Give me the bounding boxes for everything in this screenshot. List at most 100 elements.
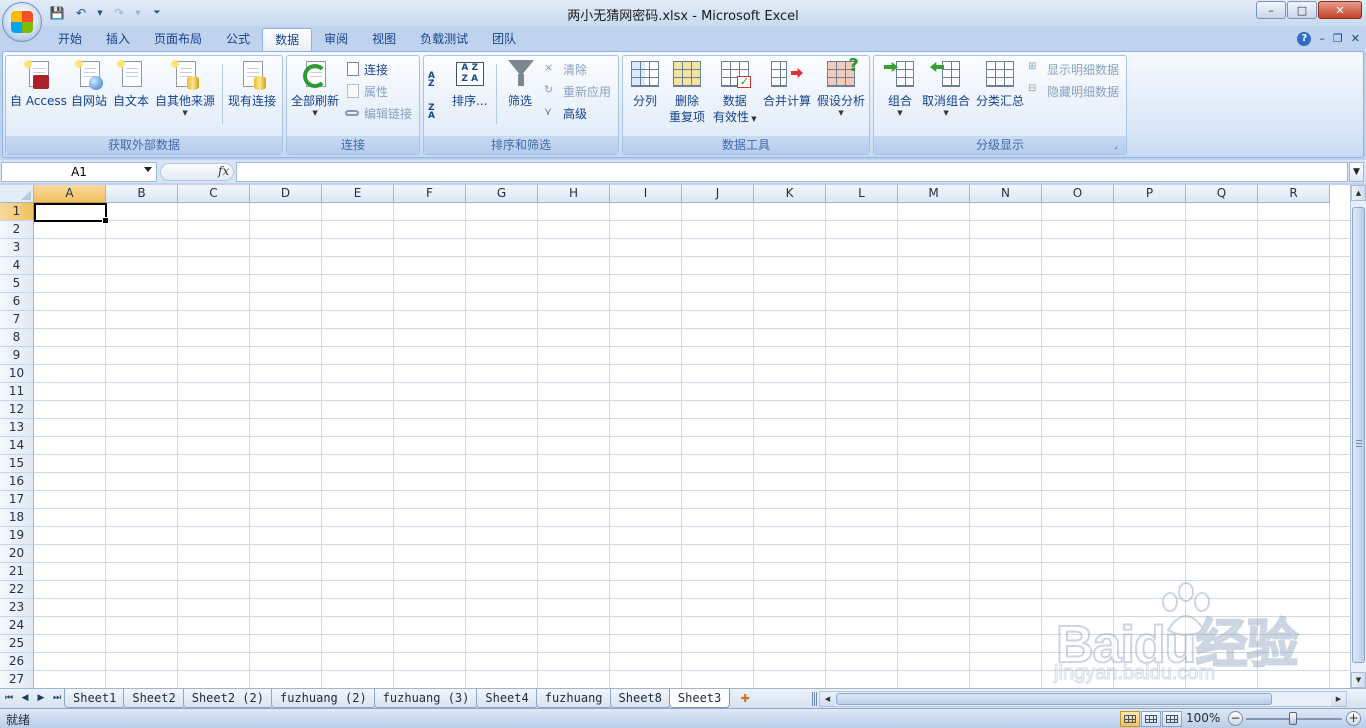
column-header[interactable]: M xyxy=(898,185,970,203)
scroll-down-icon[interactable]: ▼ xyxy=(1351,672,1366,688)
row-header[interactable]: 26 xyxy=(0,653,34,671)
row-header[interactable]: 18 xyxy=(0,509,34,527)
column-header[interactable]: J xyxy=(682,185,754,203)
scroll-left-icon[interactable]: ◀ xyxy=(820,692,835,706)
zoom-slider-thumb[interactable] xyxy=(1289,712,1297,725)
name-box[interactable]: A1 xyxy=(1,162,157,182)
minimize-button[interactable]: – xyxy=(1256,1,1286,19)
tab-home[interactable]: 开始 xyxy=(46,28,94,52)
row-header[interactable]: 24 xyxy=(0,617,34,635)
clear-filter-button[interactable]: ⨯ 清除 xyxy=(544,59,587,79)
page-break-view-button[interactable] xyxy=(1162,711,1182,727)
zoom-level[interactable]: 100% xyxy=(1186,711,1220,725)
office-button[interactable] xyxy=(2,2,42,42)
column-header[interactable]: D xyxy=(250,185,322,203)
row-header[interactable]: 3 xyxy=(0,239,34,257)
select-all-corner[interactable] xyxy=(0,185,34,203)
insert-function-icon[interactable]: fx xyxy=(218,164,229,178)
row-header[interactable]: 10 xyxy=(0,365,34,383)
ribbon-restore-icon[interactable]: ❐ xyxy=(1333,32,1343,46)
row-header[interactable]: 1 xyxy=(0,203,34,221)
column-header[interactable]: H xyxy=(538,185,610,203)
row-header[interactable]: 4 xyxy=(0,257,34,275)
ribbon-close-icon[interactable]: ✕ xyxy=(1351,32,1360,46)
scroll-up-icon[interactable]: ▲ xyxy=(1351,185,1366,201)
group-button[interactable]: 组合 ▼ xyxy=(884,58,916,118)
cells-area[interactable] xyxy=(34,203,1350,688)
row-header[interactable]: 6 xyxy=(0,293,34,311)
row-header[interactable]: 25 xyxy=(0,635,34,653)
subtotal-button[interactable]: 分类汇总 xyxy=(976,58,1024,109)
sheet-tab[interactable]: Sheet8 xyxy=(609,689,671,708)
row-header[interactable]: 9 xyxy=(0,347,34,365)
column-header[interactable]: K xyxy=(754,185,826,203)
filter-button[interactable]: 筛选 xyxy=(504,58,536,109)
data-validation-button[interactable]: 数据 有效性 ▼ xyxy=(713,58,757,125)
sort-button[interactable]: A ZZ A 排序... xyxy=(452,58,487,109)
connections-button[interactable]: 连接 xyxy=(345,59,388,79)
sheet-tab[interactable]: fuzhuang (3) xyxy=(373,689,479,708)
column-header[interactable]: A xyxy=(34,185,106,203)
tab-split-handle[interactable] xyxy=(812,692,817,706)
row-header[interactable]: 11 xyxy=(0,383,34,401)
page-layout-view-button[interactable] xyxy=(1141,711,1161,727)
column-header[interactable]: Q xyxy=(1186,185,1258,203)
from-web-button[interactable]: 自网站 xyxy=(71,58,107,109)
row-header[interactable]: 15 xyxy=(0,455,34,473)
normal-view-button[interactable] xyxy=(1120,711,1140,727)
what-if-analysis-button[interactable]: ? 假设分析 ▼ xyxy=(817,57,865,118)
tab-insert[interactable]: 插入 xyxy=(94,28,142,52)
first-sheet-icon[interactable]: ⏮ xyxy=(2,691,16,705)
row-header[interactable]: 7 xyxy=(0,311,34,329)
row-header[interactable]: 20 xyxy=(0,545,34,563)
row-header[interactable]: 13 xyxy=(0,419,34,437)
column-header[interactable]: C xyxy=(178,185,250,203)
properties-button[interactable]: 属性 xyxy=(345,81,388,101)
row-header[interactable]: 23 xyxy=(0,599,34,617)
horizontal-scrollbar[interactable]: ◀ ▶ xyxy=(819,691,1347,707)
scroll-right-icon[interactable]: ▶ xyxy=(1331,692,1346,706)
last-sheet-icon[interactable]: ⏭ xyxy=(50,691,64,705)
tab-team[interactable]: 团队 xyxy=(480,28,528,52)
from-other-sources-button[interactable]: 自其他来源 ▼ xyxy=(155,58,215,118)
sort-ascending-button[interactable]: AZ xyxy=(428,70,444,90)
tab-formulas[interactable]: 公式 xyxy=(214,28,262,52)
sheet-tab[interactable]: fuzhuang (2) xyxy=(270,689,376,708)
row-header[interactable]: 27 xyxy=(0,671,34,688)
column-header[interactable]: B xyxy=(106,185,178,203)
column-header[interactable]: O xyxy=(1042,185,1114,203)
hide-detail-button[interactable]: ⊟ 隐藏明细数据 xyxy=(1028,81,1119,101)
column-header[interactable]: E xyxy=(322,185,394,203)
insert-sheet-icon[interactable]: ✚ xyxy=(732,689,758,707)
vertical-scrollbar[interactable]: ▲ ▼ xyxy=(1350,185,1366,688)
next-sheet-icon[interactable]: ▶ xyxy=(34,691,48,705)
name-box-dropdown-icon[interactable] xyxy=(144,167,152,172)
active-cell[interactable] xyxy=(34,203,109,224)
zoom-out-icon[interactable]: − xyxy=(1228,711,1243,726)
sort-descending-button[interactable]: ZA xyxy=(428,102,444,122)
existing-connections-button[interactable]: 现有连接 xyxy=(228,58,276,109)
ribbon-minimize-icon[interactable]: – xyxy=(1319,32,1325,46)
formula-expand-icon[interactable]: ▼ xyxy=(1349,162,1364,182)
dialog-launcher-icon[interactable]: ⌟ xyxy=(1114,141,1124,151)
show-detail-button[interactable]: ⊞ 显示明细数据 xyxy=(1028,59,1119,79)
row-header[interactable]: 5 xyxy=(0,275,34,293)
consolidate-button[interactable]: 合并计算 xyxy=(763,58,811,109)
advanced-filter-button[interactable]: ⋎ 高级 xyxy=(544,103,587,123)
text-to-columns-button[interactable]: 分列 xyxy=(629,58,661,109)
tab-review[interactable]: 审阅 xyxy=(312,28,360,52)
vertical-scroll-thumb[interactable] xyxy=(1352,207,1365,663)
row-header[interactable]: 17 xyxy=(0,491,34,509)
sheet-tab[interactable]: Sheet4 xyxy=(476,689,538,708)
row-header[interactable]: 16 xyxy=(0,473,34,491)
formula-input[interactable] xyxy=(236,162,1348,182)
row-header[interactable]: 12 xyxy=(0,401,34,419)
help-icon[interactable]: ? xyxy=(1297,32,1312,46)
maximize-button[interactable]: □ xyxy=(1287,1,1317,19)
sheet-tab[interactable]: fuzhuang xyxy=(535,689,612,708)
column-header[interactable]: L xyxy=(826,185,898,203)
horizontal-scroll-thumb[interactable] xyxy=(836,693,1272,705)
tab-data[interactable]: 数据 xyxy=(262,28,313,52)
row-header[interactable]: 19 xyxy=(0,527,34,545)
sheet-tab[interactable]: Sheet3 xyxy=(668,689,731,708)
